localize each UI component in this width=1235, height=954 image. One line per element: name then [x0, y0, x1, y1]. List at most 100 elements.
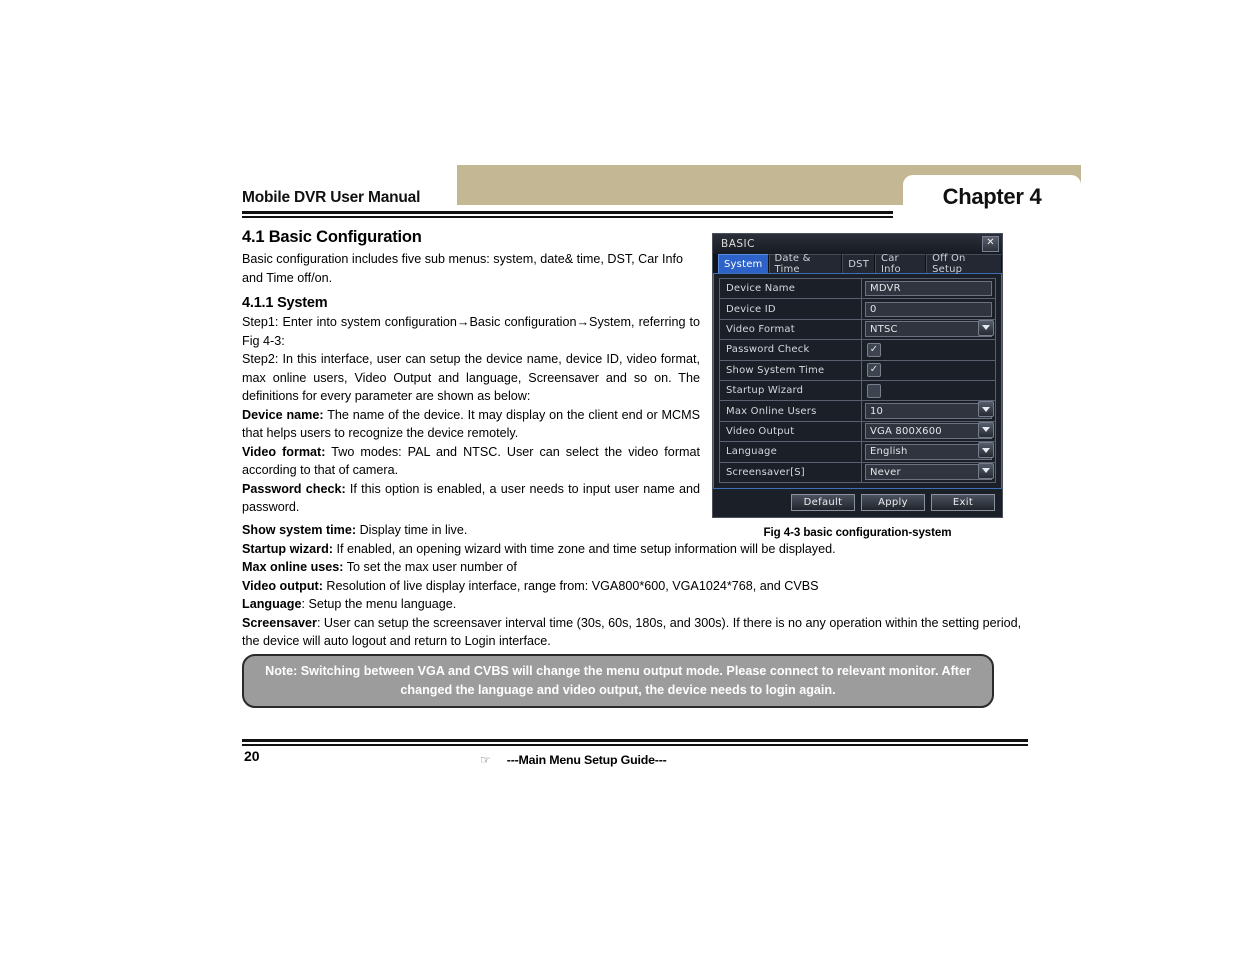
- row-value: English: [862, 442, 995, 461]
- tab-car-info[interactable]: Car Info: [875, 253, 927, 275]
- definition-text: Display time in live.: [356, 523, 468, 537]
- note-text: Note: Switching between VGA and CVBS wil…: [265, 664, 971, 697]
- definition-term: Max online uses:: [242, 560, 344, 574]
- chapter-label: Chapter 4: [942, 184, 1042, 209]
- manual-page: Mobile DVR User Manual Chapter 4 4.1 Bas…: [0, 0, 1235, 954]
- dialog-titlebar: BASIC ✕: [713, 234, 1002, 254]
- header-rule-thin: [242, 216, 893, 218]
- section-title: 4.1 Basic Configuration: [242, 228, 422, 246]
- tab-off-on-setup[interactable]: Off On Setup: [926, 253, 1003, 275]
- row-label: Video Output: [720, 421, 862, 442]
- show-system-time-checkbox[interactable]: ✓: [867, 363, 881, 378]
- row-label: Device Name: [720, 279, 862, 299]
- definition-term: Device name:: [242, 407, 324, 422]
- footer-center: ☞ ---Main Menu Setup Guide---: [480, 753, 667, 767]
- row-value: MDVR: [862, 279, 995, 298]
- definition-device-name: Device name: The name of the device. It …: [242, 406, 700, 443]
- chevron-down-icon[interactable]: [978, 319, 994, 336]
- subsection-title: 4.1.1 System: [242, 295, 328, 311]
- settings-table: Device Name MDVR Device ID 0 Video Forma…: [719, 278, 996, 483]
- definition-video-format: Video format: Two modes: PAL and NTSC. U…: [242, 443, 700, 480]
- footer-guide-text: ---Main Menu Setup Guide---: [506, 753, 667, 767]
- dialog-title: BASIC: [721, 238, 755, 250]
- chevron-down-icon[interactable]: [978, 421, 994, 438]
- chevron-down-icon[interactable]: [978, 462, 994, 479]
- video-output-select[interactable]: VGA 800X600: [865, 423, 992, 440]
- definition-startup-wizard: Startup wizard: If enabled, an opening w…: [242, 540, 1032, 559]
- definition-term: Language: [242, 597, 302, 611]
- row-password-check: Password Check ✓: [720, 340, 995, 361]
- row-video-output: Video Output VGA 800X600: [720, 421, 995, 443]
- row-label: Video Format: [720, 319, 862, 340]
- definition-term: Screensaver: [242, 615, 317, 630]
- row-show-system-time: Show System Time ✓: [720, 360, 995, 381]
- header-rule-thick: [242, 211, 893, 214]
- video-format-select[interactable]: NTSC: [865, 321, 992, 338]
- figure-basic-configuration: BASIC ✕ System Date & Time DST Car Info …: [712, 233, 1003, 539]
- tab-system[interactable]: System: [718, 254, 769, 273]
- row-screensaver: Screensaver[S] Never: [720, 462, 995, 483]
- device-name-input[interactable]: MDVR: [865, 281, 992, 297]
- row-video-format: Video Format NTSC: [720, 319, 995, 341]
- device-id-input[interactable]: 0: [865, 301, 992, 317]
- definition-text: Resolution of live display interface, ra…: [322, 578, 819, 593]
- row-value: ✓: [862, 340, 995, 359]
- definition-term: Video format:: [242, 444, 326, 459]
- dialog-tabbar: System Date & Time DST Car Info Off On S…: [713, 253, 1003, 275]
- row-value: 10: [862, 401, 995, 420]
- row-value: ✓: [862, 381, 995, 400]
- chevron-down-icon[interactable]: [978, 401, 994, 418]
- password-check-checkbox[interactable]: ✓: [867, 342, 881, 357]
- chevron-down-icon[interactable]: [978, 442, 994, 459]
- row-max-online-users: Max Online Users 10: [720, 401, 995, 422]
- footer-rule-thick: [242, 739, 1028, 742]
- definition-text: To set the max user number of: [343, 560, 517, 574]
- max-online-users-select[interactable]: 10: [865, 403, 992, 420]
- language-select[interactable]: English: [865, 443, 992, 460]
- wide-content: Show system time: Display time in live. …: [242, 521, 1032, 651]
- definition-term: Startup wizard:: [242, 541, 333, 556]
- row-label: Screensaver[S]: [720, 462, 862, 482]
- screensaver-select[interactable]: Never: [865, 464, 992, 481]
- definition-term: Show system time:: [242, 523, 357, 537]
- row-value: 0: [862, 299, 995, 318]
- tab-date-time[interactable]: Date & Time: [768, 253, 843, 275]
- default-button[interactable]: Default: [791, 493, 855, 511]
- left-column: 4.1 Basic Configuration Basic configurat…: [242, 228, 700, 517]
- chapter-tab: Chapter 4: [903, 175, 1081, 219]
- tab-dst[interactable]: DST: [842, 254, 876, 273]
- step1-text: Step1: Enter into system configuration→B…: [242, 315, 700, 348]
- pointing-hand-icon: ☞: [480, 753, 491, 767]
- definition-text: : Setup the menu language.: [301, 597, 457, 611]
- startup-wizard-checkbox[interactable]: ✓: [867, 383, 881, 398]
- row-language: Language English: [720, 442, 995, 463]
- dialog-body: Device Name MDVR Device ID 0 Video Forma…: [713, 273, 1002, 489]
- definition-term: Video output:: [242, 578, 323, 593]
- note-box: Note: Switching between VGA and CVBS wil…: [242, 654, 994, 708]
- row-value: ✓: [862, 361, 995, 380]
- close-icon[interactable]: ✕: [982, 236, 999, 252]
- row-value: VGA 800X600: [862, 421, 995, 441]
- row-label: Password Check: [720, 340, 862, 360]
- page-number: 20: [244, 748, 260, 764]
- row-value: Never: [862, 462, 995, 482]
- step2-text: Step2: In this interface, user can setup…: [242, 352, 700, 403]
- row-device-name: Device Name MDVR: [720, 279, 995, 300]
- definition-text: : User can setup the screensaver interva…: [242, 615, 1022, 649]
- exit-button[interactable]: Exit: [931, 493, 995, 511]
- definition-screensaver: Screensaver: User can setup the screensa…: [242, 614, 1032, 651]
- definition-video-output: Video output: Resolution of live display…: [242, 577, 1032, 596]
- footer-rule-thin: [242, 744, 1028, 746]
- row-label: Device ID: [720, 299, 862, 319]
- row-label: Startup Wizard: [720, 380, 862, 401]
- definition-password-check: Password check: If this option is enable…: [242, 480, 700, 517]
- row-device-id: Device ID 0: [720, 299, 995, 320]
- apply-button[interactable]: Apply: [861, 493, 925, 511]
- definition-language: Language: Setup the menu language.: [242, 595, 1032, 614]
- dvr-basic-dialog: BASIC ✕ System Date & Time DST Car Info …: [712, 233, 1003, 518]
- dialog-button-bar: Default Apply Exit: [713, 488, 1002, 517]
- row-startup-wizard: Startup Wizard ✓: [720, 380, 995, 402]
- page-header: Mobile DVR User Manual Chapter 4: [0, 165, 1235, 220]
- row-label: Language: [720, 442, 862, 462]
- section-intro: Basic configuration includes five sub me…: [242, 252, 683, 285]
